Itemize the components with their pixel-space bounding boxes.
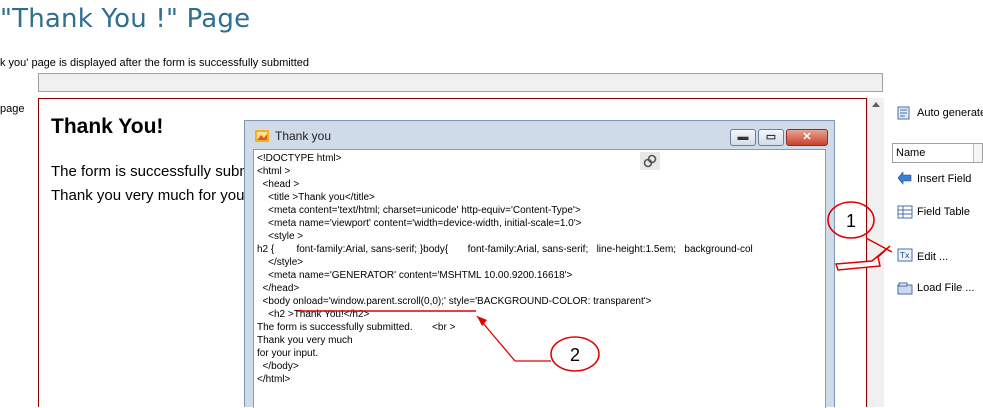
arrowhead-2 [477,316,487,326]
callout-number-1: 1 [846,211,856,231]
callout-number-2: 2 [570,345,580,365]
arrow-annotation-1 [834,245,891,271]
arrow-tip-1 [865,237,893,253]
annotation-overlay: 1 2 [297,201,893,372]
